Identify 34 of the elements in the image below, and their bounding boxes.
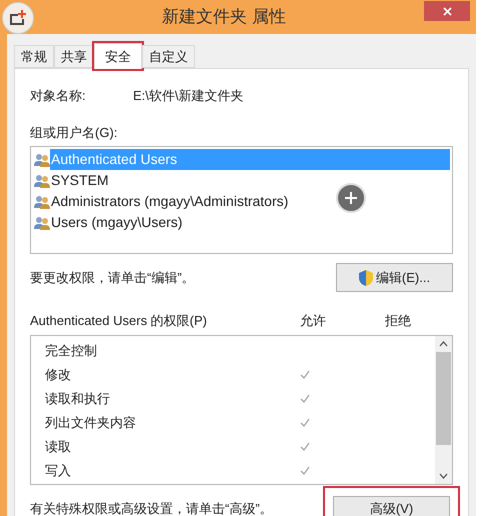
object-name-value: E:\软件\新建文件夹 <box>133 87 244 105</box>
object-name-label: 对象名称: <box>30 87 87 105</box>
permission-name: 修改 <box>45 366 72 384</box>
add-icon[interactable] <box>336 183 366 213</box>
permission-name: 完全控制 <box>45 342 98 360</box>
scroll-thumb[interactable] <box>436 352 451 444</box>
deny-header: 拒绝 <box>385 312 411 330</box>
tab[interactable]: 安全 <box>94 43 142 69</box>
users-icon <box>34 152 50 166</box>
close-button[interactable] <box>424 1 470 21</box>
close-icon <box>442 6 452 16</box>
permission-name: 读取和执行 <box>45 390 111 408</box>
user-item[interactable]: Administrators (mgayy\Administrators) <box>33 191 450 212</box>
permissions-label: Authenticated Users 的权限(P) <box>30 312 208 330</box>
permission-name: 写入 <box>45 462 72 480</box>
advanced-button[interactable]: 高级(V) <box>333 496 450 516</box>
user-item[interactable]: Users (mgayy\Users) <box>33 212 450 233</box>
groups-label: 组或用户名(G): <box>30 124 118 142</box>
tab[interactable]: 自定义 <box>142 45 195 68</box>
scrollbar[interactable] <box>435 336 452 484</box>
users-icon <box>34 174 50 188</box>
user-item[interactable]: SYSTEM <box>33 170 450 191</box>
window-title: 新建文件夹 属性 <box>162 6 286 28</box>
users-icon <box>34 216 50 230</box>
edit-hint: 要更改权限，请单击“编辑”。 <box>30 268 195 287</box>
advanced-hint: 有关特殊权限或高级设置，请单击“高级”。 <box>30 500 273 516</box>
allow-header: 允许 <box>300 312 327 330</box>
shield-icon <box>358 270 373 286</box>
edit-button[interactable]: 编辑(E)... <box>336 263 453 292</box>
tab[interactable]: 共享 <box>54 45 94 68</box>
users-icon <box>34 194 50 208</box>
permission-name: 读取 <box>45 438 72 456</box>
permission-name: 列出文件夹内容 <box>45 414 137 432</box>
tab[interactable]: 常规 <box>14 45 54 68</box>
